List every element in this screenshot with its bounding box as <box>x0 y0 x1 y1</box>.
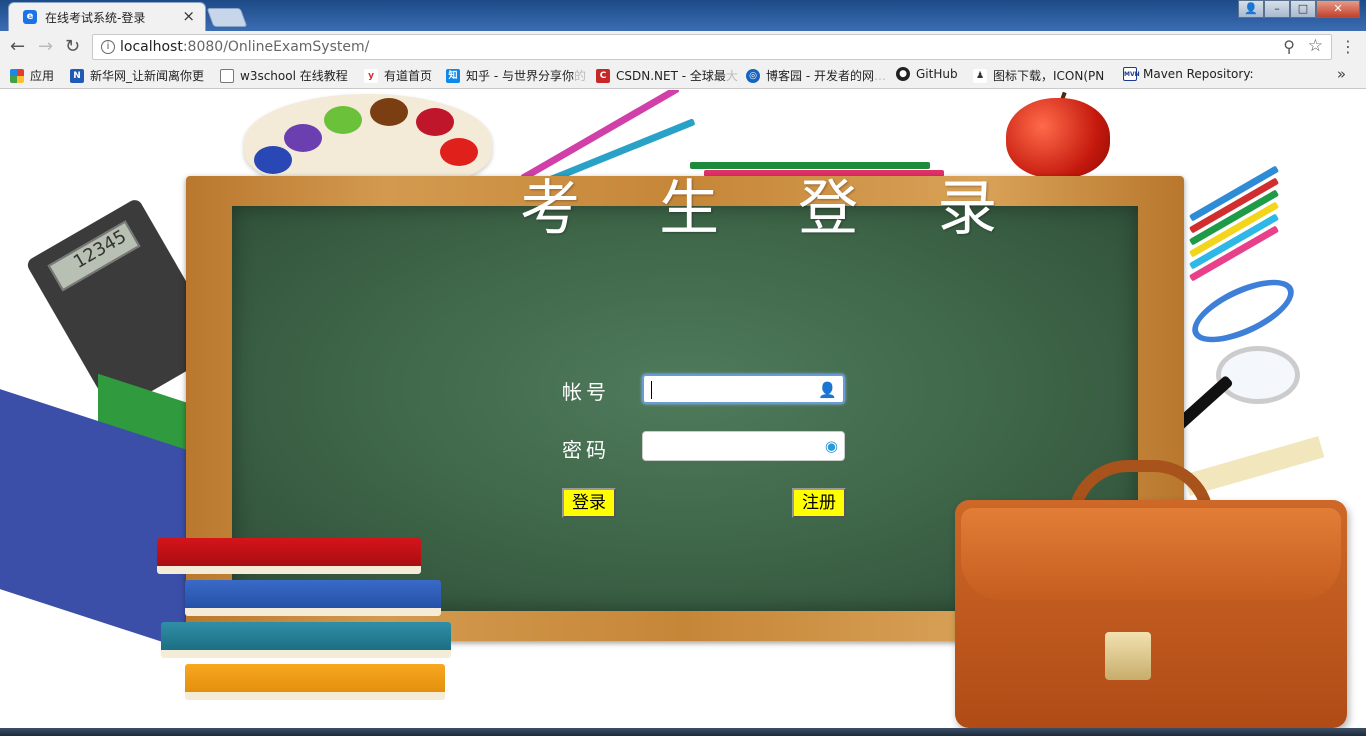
window-close-icon[interactable]: ✕ <box>1316 0 1360 18</box>
eye-icon[interactable]: ◉ <box>825 437 838 455</box>
maximize-icon[interactable]: □ <box>1290 0 1316 18</box>
user-icon: 👤 <box>818 381 837 399</box>
bookmark-label: 新华网_让新闻离你更 <box>90 69 205 83</box>
bookmark-maven[interactable]: MVN Maven Repository: <box>1123 67 1254 81</box>
scissors-image <box>1183 266 1303 356</box>
site-favicon-icon: e <box>23 10 37 24</box>
apps-grid-icon <box>10 68 24 83</box>
ruler-image <box>1183 436 1325 496</box>
zoom-icon[interactable]: ⚲ <box>1283 37 1295 56</box>
forward-arrow-icon[interactable]: → <box>38 37 53 57</box>
book-stack-image <box>155 510 455 710</box>
bookmarks-bar: 应用 N 新华网_让新闻离你更 w3school 在线教程 y 有道首页 知 知… <box>0 63 1366 89</box>
os-taskbar <box>0 728 1366 736</box>
bookmark-label: w3school 在线教程 <box>240 69 348 83</box>
cnblogs-icon: ◎ <box>746 68 760 83</box>
password-label: 密码 <box>562 438 610 462</box>
reload-icon[interactable]: ↻ <box>65 37 80 57</box>
bookmark-zhihu[interactable]: 知 知乎 - 与世界分享你的 <box>446 67 586 84</box>
bookmark-star-icon[interactable]: ☆ <box>1308 36 1323 56</box>
bookmark-label-fade: 大 <box>725 69 738 83</box>
window-controls: 👤 – □ ✕ <box>1238 0 1360 18</box>
url-path: :8080/OnlineExamSystem/ <box>182 39 370 55</box>
browser-tab-bar: e 在线考试系统-登录 × 👤 – □ ✕ <box>0 0 1366 31</box>
browser-toolbar: ← → ↻ i localhost:8080/OnlineExamSystem/… <box>0 31 1366 63</box>
browser-tab[interactable]: e 在线考试系统-登录 × <box>8 2 206 31</box>
page-icon <box>220 68 234 83</box>
github-icon: ● <box>896 67 910 81</box>
bookmark-xinhua[interactable]: N 新华网_让新闻离你更 <box>70 67 204 84</box>
bookmark-github[interactable]: ● GitHub <box>896 67 958 81</box>
login-button[interactable]: 登录 <box>562 488 616 518</box>
bookmark-youdao[interactable]: y 有道首页 <box>364 67 432 84</box>
bookmark-label: CSDN.NET - 全球最 <box>616 69 726 83</box>
account-input[interactable]: 👤 <box>642 374 845 404</box>
csdn-icon: C <box>596 68 610 83</box>
bookmark-csdn[interactable]: C CSDN.NET - 全球最大 <box>596 67 738 84</box>
new-tab-button[interactable] <box>206 8 248 27</box>
url-text[interactable]: localhost:8080/OnlineExamSystem/ <box>120 39 369 55</box>
iconfont-icon: ♟ <box>973 68 987 83</box>
bookmark-iconfont[interactable]: ♟ 图标下载，ICON(PN <box>973 67 1104 84</box>
more-bookmarks-icon[interactable]: » <box>1337 65 1346 83</box>
bookmark-label-fade: 的 <box>573 69 586 83</box>
bookmark-cnblogs[interactable]: ◎ 博客园 - 开发者的网… <box>746 67 886 84</box>
calculator-display: 12345 <box>47 220 141 292</box>
tab-close-icon[interactable]: × <box>182 7 195 25</box>
magnifying-glass-image <box>1216 346 1300 404</box>
tab-title: 在线考试系统-登录 <box>45 11 146 25</box>
bookmark-label-fade: … <box>873 68 886 83</box>
maven-icon: MVN <box>1123 67 1140 81</box>
page-title: 考 生 登 录 <box>520 174 1028 244</box>
bookmark-label: GitHub <box>916 67 958 81</box>
bookmark-label: 有道首页 <box>384 69 433 83</box>
news-icon: N <box>70 68 84 83</box>
login-page: 12345 考 生 登 录 帐号 👤 密码 ◉ 登录 注册 <box>0 90 1366 728</box>
briefcase-lock-image <box>1105 632 1151 680</box>
profile-icon[interactable]: 👤 <box>1238 0 1264 18</box>
register-button[interactable]: 注册 <box>792 488 846 518</box>
bookmark-label: 知乎 - 与世界分享你 <box>466 69 574 83</box>
youdao-icon: y <box>364 68 378 83</box>
bookmark-label: Maven Repository: <box>1143 67 1254 81</box>
browser-menu-icon[interactable]: ⋮ <box>1340 37 1356 56</box>
bookmark-label: 应用 <box>30 69 55 83</box>
bookmark-label: 图标下载，ICON(PN <box>993 69 1105 83</box>
site-info-icon[interactable]: i <box>101 40 115 54</box>
minimize-icon[interactable]: – <box>1264 0 1290 18</box>
text-caret <box>651 381 652 399</box>
url-host: localhost <box>120 39 183 55</box>
bookmark-apps[interactable]: 应用 <box>10 67 54 84</box>
password-input[interactable]: ◉ <box>642 431 845 461</box>
address-bar[interactable]: i localhost:8080/OnlineExamSystem/ ⚲ ☆ <box>92 34 1332 60</box>
briefcase-image <box>955 500 1347 728</box>
account-label: 帐号 <box>562 380 610 404</box>
bookmark-w3school[interactable]: w3school 在线教程 <box>220 67 348 84</box>
back-arrow-icon[interactable]: ← <box>10 37 25 57</box>
zhihu-icon: 知 <box>446 68 460 83</box>
bookmark-label: 博客园 - 开发者的网 <box>766 69 874 83</box>
